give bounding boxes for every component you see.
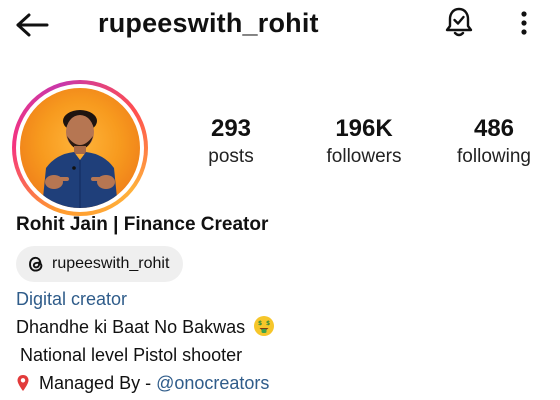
notifications-button[interactable]: [441, 4, 477, 40]
money-mouth-face-emoji: $ $: [254, 316, 275, 336]
bio-line-1: Dhandhe ki Baat No Bakwas $ $: [16, 314, 275, 340]
threads-icon: [26, 254, 46, 274]
threads-handle: rupeeswith_rohit: [52, 255, 170, 272]
bio-line-1-text: Dhandhe ki Baat No Bakwas: [16, 317, 246, 337]
back-button[interactable]: [14, 10, 50, 40]
followers-count[interactable]: 196K followers: [316, 114, 412, 170]
manager-mention-link[interactable]: @onocreators: [156, 373, 269, 393]
arrow-left-icon: [16, 13, 49, 37]
more-vertical-icon: [521, 11, 527, 35]
pin-icon: [17, 375, 29, 391]
bio-line-3-text: Managed By -: [39, 373, 157, 393]
bio-line-3: Managed By - @onocreators: [16, 370, 269, 396]
following-count-value: 486: [473, 115, 515, 142]
avatar-border: [16, 84, 144, 212]
followers-count-value: 196K: [335, 115, 393, 142]
svg-text:$: $: [258, 320, 262, 327]
svg-text:$: $: [266, 320, 270, 327]
profile-category[interactable]: Digital creator: [16, 286, 127, 312]
profile-header: rupeeswith_rohit: [0, 0, 560, 52]
display-name: Rohit Jain | Finance Creator: [16, 214, 269, 235]
bio-line-2: National level Pistol shooter: [20, 345, 243, 365]
followers-count-label: followers: [326, 146, 402, 167]
posts-count-label: posts: [208, 146, 254, 167]
threads-link-button[interactable]: rupeeswith_rohit: [16, 246, 184, 282]
following-count-label: following: [457, 146, 531, 167]
following-count[interactable]: 486 following: [446, 114, 542, 170]
avatar: [20, 88, 140, 208]
profile-page: rupeeswith_rohit 293 posts 196K follower…: [0, 0, 560, 400]
profile-photo: [42, 110, 118, 208]
bell-check-icon: [445, 7, 473, 37]
story-ring[interactable]: [12, 80, 148, 216]
posts-count[interactable]: 293 posts: [200, 114, 262, 170]
posts-count-value: 293: [210, 115, 252, 142]
profile-username: rupeeswith_rohit: [98, 8, 319, 38]
more-options-button[interactable]: [512, 6, 536, 40]
